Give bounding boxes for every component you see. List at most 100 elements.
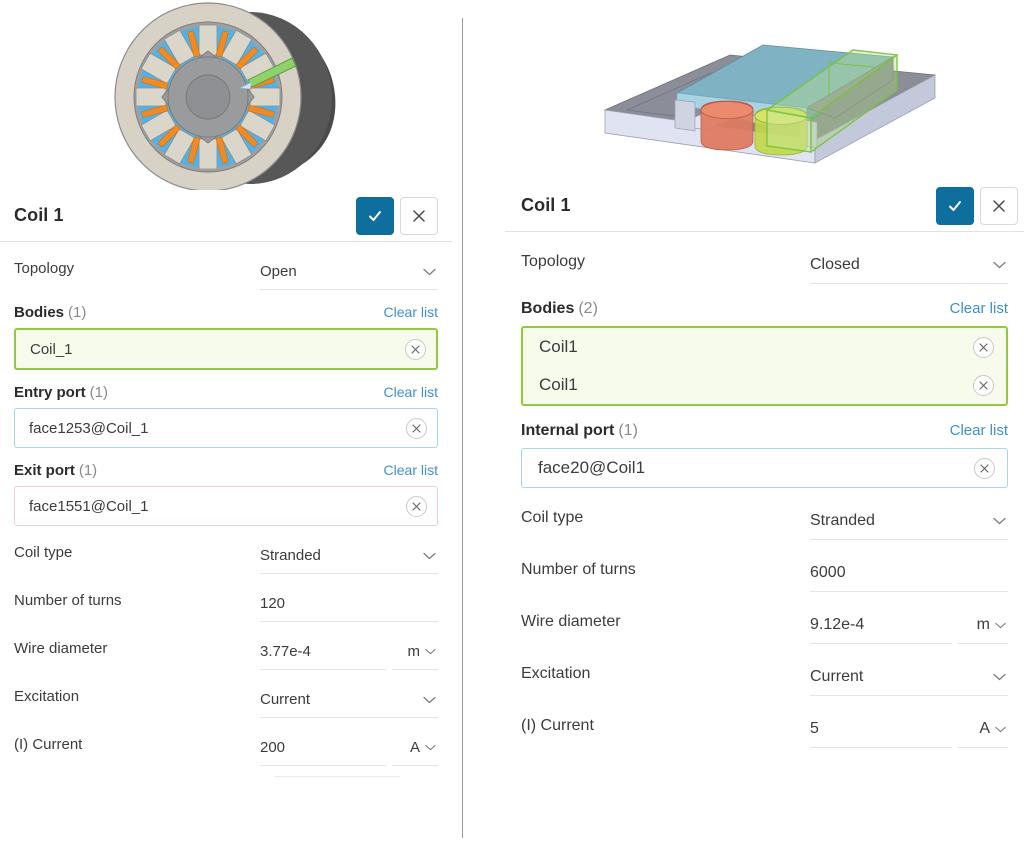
motor-3d-viewport[interactable] <box>0 0 452 190</box>
section-count: (1) <box>618 422 638 439</box>
transformer-3d-viewport[interactable] <box>505 0 1024 180</box>
page-title: Coil 1 <box>14 205 64 226</box>
field-label-number-of-turns: Number of turns <box>14 592 122 622</box>
close-icon <box>979 343 988 352</box>
cancel-button[interactable] <box>400 197 438 235</box>
transformer-core-winding-graphic <box>505 0 1024 180</box>
wire-diameter-unit-value: m <box>977 616 990 634</box>
list-item[interactable]: Coil1 <box>523 328 1006 366</box>
section-title-exit-port: Exit port(1) <box>14 462 97 479</box>
excitation-value: Current <box>810 668 863 686</box>
header-actions <box>356 197 438 235</box>
chevron-down-icon <box>423 268 436 276</box>
clear-list-entry-port[interactable]: Clear list <box>384 384 438 400</box>
topology-select[interactable]: Open <box>260 263 438 290</box>
section-count: (1) <box>90 384 108 401</box>
remove-item-button[interactable] <box>973 337 994 358</box>
field-label-topology: Topology <box>14 260 74 290</box>
bodies-list-box[interactable]: Coil1 Coil1 <box>521 326 1008 406</box>
number-of-turns-input[interactable]: 120 <box>260 595 438 622</box>
chevron-down-icon <box>423 696 436 704</box>
wire-diameter-unit-select[interactable]: m <box>958 616 1008 644</box>
list-item[interactable]: face20@Coil1 <box>522 449 1007 487</box>
chevron-down-icon <box>993 673 1006 681</box>
clear-list-internal-port[interactable]: Clear list <box>950 422 1008 439</box>
section-title-text: Bodies <box>521 300 574 317</box>
wire-diameter-input[interactable]: 9.12e-4 <box>810 616 952 644</box>
check-icon <box>947 198 963 214</box>
wire-diameter-unit-select[interactable]: m <box>392 643 438 670</box>
next-row-partial-divider <box>274 776 400 777</box>
section-title-bodies: Bodies(2) <box>521 300 598 318</box>
close-icon <box>412 502 421 511</box>
section-entry-port: Entry port(1) Clear list face1253@Coil_1 <box>14 370 438 448</box>
coil-type-select[interactable]: Stranded <box>810 512 1008 540</box>
close-icon <box>411 345 420 354</box>
remove-item-button[interactable] <box>406 496 427 517</box>
excitation-select[interactable]: Current <box>260 691 438 718</box>
chevron-down-icon <box>425 744 436 751</box>
field-topology: Topology Closed <box>521 232 1008 284</box>
remove-item-button[interactable] <box>405 339 426 360</box>
section-title-text: Internal port <box>521 422 614 439</box>
coil-panel-right: Coil 1 Topology <box>505 0 1024 748</box>
coil-type-select[interactable]: Stranded <box>260 547 438 574</box>
close-icon <box>412 424 421 433</box>
close-icon <box>992 199 1006 213</box>
page-title: Coil 1 <box>521 195 571 216</box>
remove-item-button[interactable] <box>973 375 994 396</box>
section-count: (2) <box>578 300 598 317</box>
field-label-excitation: Excitation <box>521 665 590 696</box>
internal-port-list-box[interactable]: face20@Coil1 <box>521 448 1008 488</box>
section-title-text: Exit port <box>14 462 75 479</box>
wire-diameter-unit-value: m <box>408 643 421 660</box>
current-unit-select[interactable]: A <box>392 739 438 766</box>
clear-list-exit-port[interactable]: Clear list <box>384 462 438 478</box>
list-item[interactable]: face1253@Coil_1 <box>15 409 437 447</box>
wire-diameter-input[interactable]: 3.77e-4 <box>260 643 386 670</box>
current-input[interactable]: 5 <box>810 720 952 748</box>
current-control: 200 A <box>260 739 438 766</box>
chevron-down-icon <box>993 261 1006 269</box>
confirm-button[interactable] <box>356 197 394 235</box>
field-label-coil-type: Coil type <box>14 544 72 574</box>
current-unit-select[interactable]: A <box>958 720 1008 748</box>
list-item[interactable]: face1551@Coil_1 <box>15 487 437 525</box>
check-icon <box>367 208 383 224</box>
section-header-entry-port: Entry port(1) Clear list <box>14 370 438 408</box>
screenshot-root: Coil 1 Topology <box>0 0 1024 848</box>
excitation-select[interactable]: Current <box>810 668 1008 696</box>
coil-form-left: Topology Open Bodies(1) Clear list Coil_… <box>0 242 452 777</box>
field-coil-type: Coil type Stranded <box>14 526 438 574</box>
number-of-turns-input[interactable]: 6000 <box>810 564 1008 592</box>
list-item-label: Coil1 <box>539 375 578 395</box>
cancel-button[interactable] <box>980 187 1018 225</box>
exit-port-list-box[interactable]: face1551@Coil_1 <box>14 486 438 526</box>
panel-header-left: Coil 1 <box>0 190 452 242</box>
entry-port-list-box[interactable]: face1253@Coil_1 <box>14 408 438 448</box>
remove-item-button[interactable] <box>406 418 427 439</box>
list-item[interactable]: Coil1 <box>523 366 1006 404</box>
confirm-button[interactable] <box>936 187 974 225</box>
motor-cross-section-graphic <box>0 0 452 190</box>
topology-select[interactable]: Closed <box>810 256 1008 284</box>
field-number-of-turns: Number of turns 6000 <box>521 540 1008 592</box>
topology-value: Open <box>260 263 297 280</box>
current-input[interactable]: 200 <box>260 739 386 766</box>
remove-item-button[interactable] <box>974 458 995 479</box>
field-excitation: Excitation Current <box>521 644 1008 696</box>
current-control: 5 A <box>810 720 1008 748</box>
list-item[interactable]: Coil_1 <box>16 330 436 368</box>
clear-list-bodies[interactable]: Clear list <box>950 300 1008 317</box>
section-title-text: Entry port <box>14 384 86 401</box>
list-item-label: face20@Coil1 <box>538 458 645 478</box>
clear-list-bodies[interactable]: Clear list <box>384 304 438 320</box>
excitation-value: Current <box>260 691 310 708</box>
list-item-label: Coil1 <box>539 337 578 357</box>
field-label-coil-type: Coil type <box>521 509 583 540</box>
bodies-list-box[interactable]: Coil_1 <box>14 328 438 370</box>
field-label-excitation: Excitation <box>14 688 79 718</box>
chevron-down-icon <box>995 726 1006 733</box>
field-wire-diameter: Wire diameter 9.12e-4 m <box>521 592 1008 644</box>
field-current: (I) Current 5 A <box>521 696 1008 748</box>
